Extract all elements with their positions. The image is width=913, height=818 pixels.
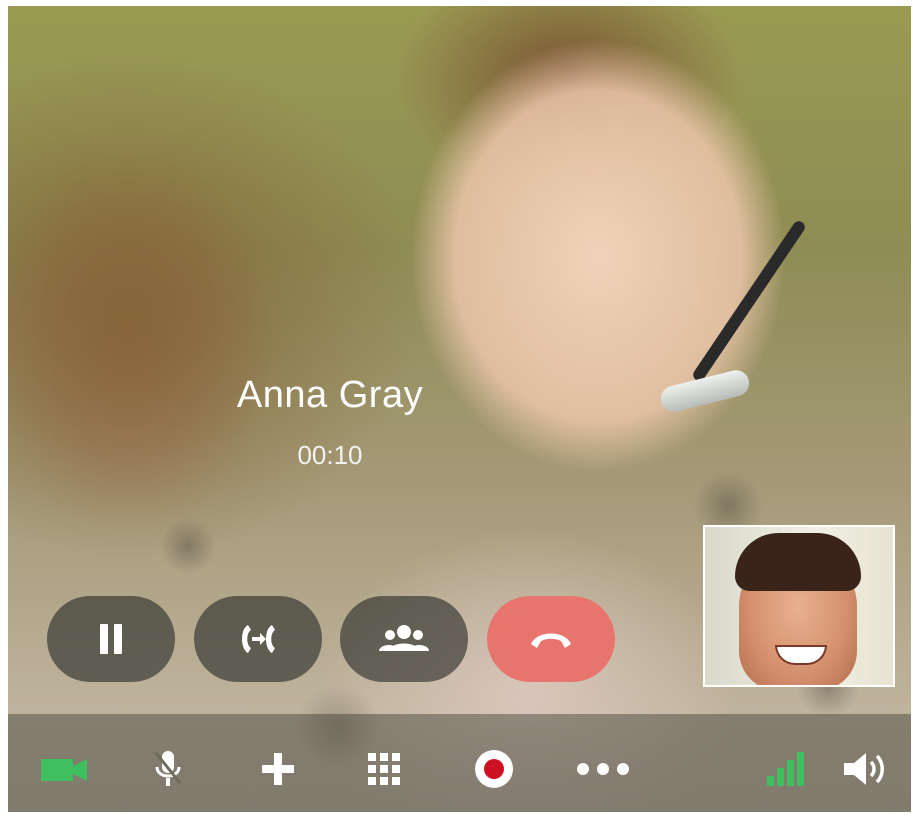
video-toggle-button[interactable] (38, 750, 90, 790)
caller-name: Anna Gray (236, 374, 424, 416)
conference-button[interactable] (340, 596, 468, 682)
video-camera-icon (39, 755, 89, 786)
pause-icon (91, 619, 131, 659)
mute-button[interactable] (148, 750, 188, 790)
hang-up-icon (527, 624, 575, 654)
microphone-muted-icon (153, 749, 183, 792)
dialpad-button[interactable] (364, 750, 404, 790)
record-button[interactable] (473, 749, 515, 792)
plus-icon (259, 750, 297, 791)
record-icon (474, 749, 514, 792)
hold-button[interactable] (47, 596, 175, 682)
speaker-volume-button[interactable] (841, 750, 889, 790)
signal-quality-indicator (763, 750, 807, 790)
more-dots-icon (575, 761, 631, 780)
video-call-screen: Anna Gray 00:10 (0, 0, 913, 818)
headset-boom (690, 218, 808, 384)
call-transfer-icon (234, 619, 282, 659)
end-call-button[interactable] (487, 596, 615, 682)
people-icon (376, 619, 432, 659)
speaker-icon (842, 750, 888, 791)
self-view-hair (735, 533, 861, 591)
keypad-grid-icon (366, 751, 402, 790)
add-call-button[interactable] (258, 750, 298, 790)
signal-bars-icon (765, 748, 805, 792)
more-options-button[interactable] (573, 750, 633, 790)
self-view-video[interactable] (703, 525, 895, 687)
call-toolbar (8, 714, 911, 812)
transfer-button[interactable] (194, 596, 322, 682)
call-duration: 00:10 (297, 440, 363, 470)
